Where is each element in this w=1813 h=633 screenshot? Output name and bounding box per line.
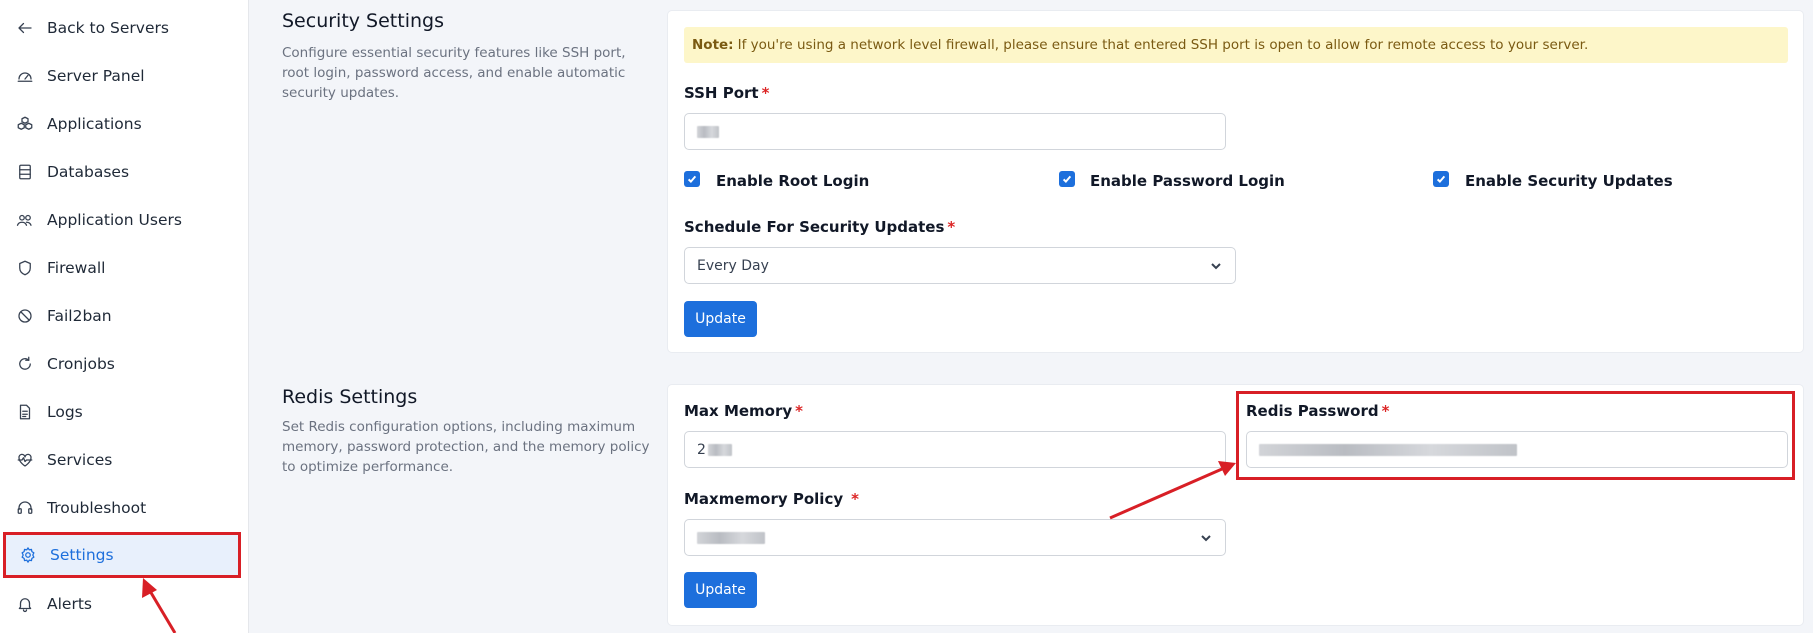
ssh-port-input[interactable] <box>684 113 1226 150</box>
sidebar-item-firewall[interactable]: Firewall <box>0 244 249 292</box>
max-memory-input[interactable]: 2 <box>684 431 1226 468</box>
ssh-port-label-text: SSH Port <box>684 84 759 102</box>
required-mark: * <box>851 490 859 508</box>
gear-icon <box>18 545 38 565</box>
redis-password-label-text: Redis Password <box>1246 402 1379 420</box>
firewall-note: Note: If you're using a network level fi… <box>684 27 1788 63</box>
security-update-button[interactable]: Update <box>684 301 757 337</box>
sidebar-item-label: Server Panel <box>47 67 145 85</box>
redacted-value <box>707 443 732 456</box>
schedule-label-text: Schedule For Security Updates <box>684 218 945 236</box>
sidebar-item-label: Fail2ban <box>47 307 112 325</box>
required-mark: * <box>947 218 956 236</box>
headset-icon <box>15 498 35 518</box>
maxmemory-policy-label-text: Maxmemory Policy <box>684 490 844 508</box>
security-section-title: Security Settings <box>282 10 444 32</box>
enable-password-login-label: Enable Password Login <box>1090 172 1285 190</box>
sidebar-item-label: Cronjobs <box>47 355 115 373</box>
gauge-icon <box>15 66 35 86</box>
chevron-down-icon <box>1209 259 1223 273</box>
chevron-down-icon <box>1199 531 1213 545</box>
sidebar-item-label: Settings <box>50 546 114 564</box>
sidebar-item-label: Back to Servers <box>47 19 169 37</box>
note-prefix: Note: <box>692 37 734 53</box>
sidebar-item-alerts[interactable]: Alerts <box>0 580 249 628</box>
redis-password-input[interactable] <box>1246 431 1788 468</box>
max-memory-value: 2 <box>697 441 706 458</box>
shield-icon <box>15 258 35 278</box>
cubes-icon <box>15 114 35 134</box>
sidebar-item-settings[interactable]: Settings <box>3 532 241 578</box>
sidebar-item-cronjobs[interactable]: Cronjobs <box>0 340 249 388</box>
redis-section-title: Redis Settings <box>282 386 418 408</box>
sidebar-item-fail2ban[interactable]: Fail2ban <box>0 292 249 340</box>
schedule-selected-value: Every Day <box>697 257 769 274</box>
redacted-value <box>1259 443 1517 456</box>
file-text-icon <box>15 402 35 422</box>
note-text: If you're using a network level firewall… <box>737 37 1589 53</box>
database-icon <box>15 162 35 182</box>
ssh-port-label: SSH Port * <box>684 84 769 102</box>
required-mark: * <box>795 402 804 420</box>
max-memory-label-text: Max Memory <box>684 402 793 420</box>
sidebar-item-label: Troubleshoot <box>47 499 147 517</box>
enable-root-login-checkbox[interactable] <box>684 171 700 187</box>
sidebar-item-server-panel[interactable]: Server Panel <box>0 52 249 100</box>
redis-section-description: Set Redis configuration options, includi… <box>282 419 650 475</box>
schedule-select[interactable]: Every Day <box>684 247 1236 284</box>
sidebar-item-label: Firewall <box>47 259 106 277</box>
bell-icon <box>15 594 35 614</box>
heart-pulse-icon <box>15 450 35 470</box>
sidebar-item-troubleshoot[interactable]: Troubleshoot <box>0 484 249 532</box>
required-mark: * <box>1381 402 1390 420</box>
sidebar-item-label: Logs <box>47 403 83 421</box>
sidebar-item-label: Services <box>47 451 113 469</box>
sidebar-item-label: Application Users <box>47 211 182 229</box>
redis-update-button[interactable]: Update <box>684 572 757 608</box>
redis-password-label: Redis Password * <box>1246 402 1389 420</box>
security-section-description: Configure essential security features li… <box>282 45 626 101</box>
sidebar-item-applications[interactable]: Applications <box>0 100 249 148</box>
arrow-left-icon <box>15 18 35 38</box>
redacted-value <box>697 531 765 544</box>
sidebar-item-label: Databases <box>47 163 130 181</box>
sidebar-item-databases[interactable]: Databases <box>0 148 249 196</box>
enable-security-updates-checkbox[interactable] <box>1433 171 1449 187</box>
max-memory-label: Max Memory * <box>684 402 803 420</box>
sidebar-item-logs[interactable]: Logs <box>0 388 249 436</box>
redacted-value <box>697 125 719 138</box>
ban-icon <box>15 306 35 326</box>
schedule-label: Schedule For Security Updates * <box>684 218 955 236</box>
sidebar-item-label: Alerts <box>47 595 92 613</box>
sidebar-item-back-to-servers[interactable]: Back to Servers <box>0 4 249 52</box>
enable-security-updates-label: Enable Security Updates <box>1465 172 1673 190</box>
sidebar-item-label: Applications <box>47 115 142 133</box>
sidebar-item-services[interactable]: Services <box>0 436 249 484</box>
users-icon <box>15 210 35 230</box>
maxmemory-policy-label: Maxmemory Policy * <box>684 490 859 508</box>
refresh-icon <box>15 354 35 374</box>
maxmemory-policy-select[interactable] <box>684 519 1226 556</box>
enable-password-login-checkbox[interactable] <box>1059 171 1075 187</box>
enable-root-login-label: Enable Root Login <box>716 172 870 190</box>
required-mark: * <box>761 84 770 102</box>
sidebar-item-application-users[interactable]: Application Users <box>0 196 249 244</box>
sidebar: Back to Servers Server Panel Application… <box>0 0 249 633</box>
